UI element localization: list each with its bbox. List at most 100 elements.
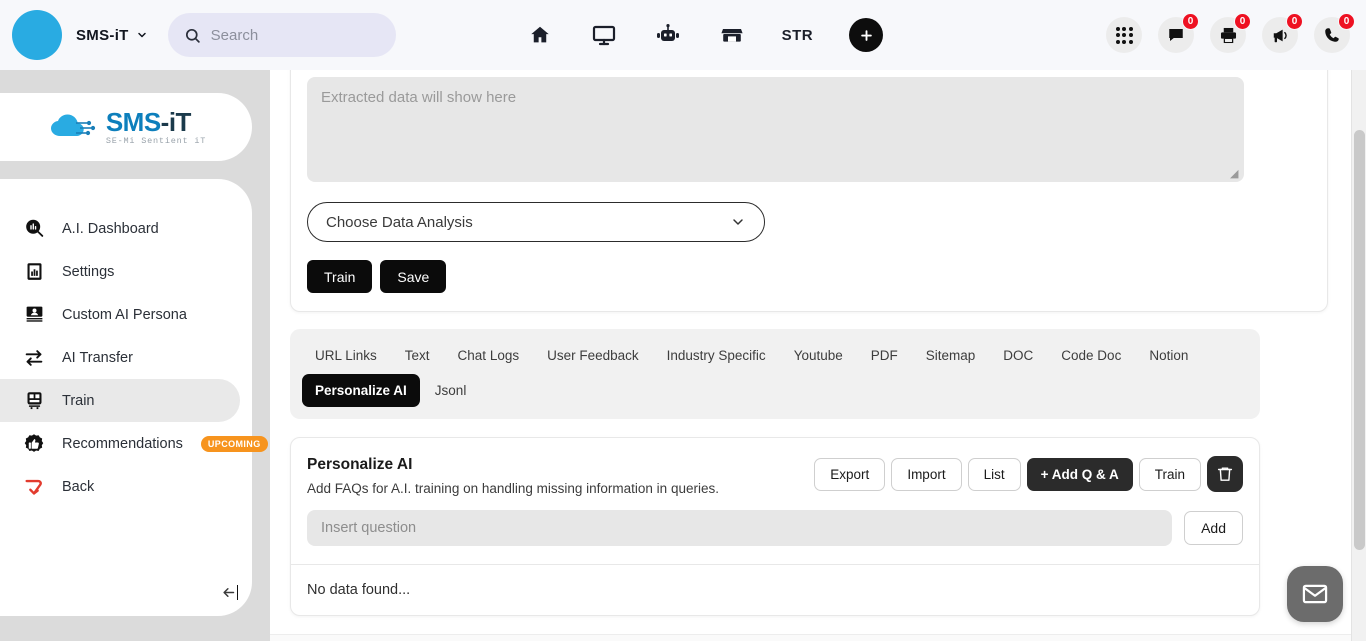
collapse-left-icon[interactable] [221,585,238,600]
tab-industry-specific[interactable]: Industry Specific [654,339,779,372]
sidebar-item-label: Recommendations [62,435,183,452]
panel-train-button[interactable]: Train [1138,457,1201,491]
thumbs-up-icon [22,432,46,456]
add-question-button[interactable]: Add [1184,511,1243,545]
return-arrow-icon [22,475,46,499]
data-analysis-select[interactable]: Choose Data Analysis [307,202,765,242]
brand-avatar[interactable] [12,10,62,60]
megaphone-icon[interactable]: 0 [1262,13,1303,53]
main-content: Extracted data will show here ◢ Choose D… [270,70,1348,641]
sidebar-item-back[interactable]: Back [0,465,252,508]
delete-all-button[interactable] [1207,456,1243,492]
support-chat-fab[interactable] [1287,566,1343,622]
phone-icon[interactable]: 0 [1314,13,1355,53]
training-source-tabs: URL Links Text Chat Logs User Feedback I… [290,329,1260,419]
status-badge: UPCOMING [200,435,268,452]
horizontal-scrollbar[interactable] [270,634,1351,641]
chat-bubble-icon[interactable]: 0 [1158,13,1199,53]
question-input[interactable] [307,510,1173,546]
sidebar-item-ai-transfer[interactable]: AI Transfer [0,336,252,379]
resize-grip-icon[interactable]: ◢ [1230,169,1240,180]
export-button[interactable]: Export [814,457,886,491]
tab-pdf[interactable]: PDF [858,339,911,372]
megaphone-badge: 0 [1286,13,1303,30]
data-analysis-select-value: Choose Data Analysis [326,213,473,231]
search-input[interactable]: Search [167,13,396,57]
train-icon [22,389,46,413]
collapse-caret-bar [236,585,238,600]
mail-envelope-icon [1302,584,1328,604]
sidebar-logo-panel: SMS-iT SE-Mi Sentient iT [0,93,252,161]
id-card-icon [22,303,46,327]
top-navigation-bar: SMS-iT Search STR 0 0 0 0 [0,0,1366,70]
train-save-button-row: Train Save [307,260,1311,293]
panel-subtitle: Add FAQs for A.I. training on handling m… [307,481,719,496]
search-icon [185,28,200,43]
sidebar-item-ai-dashboard[interactable]: A.I. Dashboard [0,207,252,250]
printer-badge: 0 [1234,13,1251,30]
sidebar-item-label: Train [62,392,95,409]
extraction-card: Extracted data will show here ◢ Choose D… [290,70,1328,312]
chevron-down-icon [733,219,743,225]
tab-code-doc[interactable]: Code Doc [1048,339,1134,372]
sidebar-item-label: AI Transfer [62,349,133,366]
add-qa-button[interactable]: + Add Q & A [1026,457,1133,491]
tab-youtube[interactable]: Youtube [781,339,856,372]
str-nav-label[interactable]: STR [782,27,814,44]
import-button[interactable]: Import [891,457,962,491]
top-nav-actions: 0 0 0 0 [1106,13,1355,53]
extracted-data-placeholder: Extracted data will show here [321,89,517,106]
sidebar-item-settings[interactable]: Settings [0,250,252,293]
personalize-ai-panel: Personalize AI Add FAQs for A.I. trainin… [290,437,1260,616]
logo-dash-text: -iT [160,106,192,137]
phone-badge: 0 [1338,13,1355,30]
chevron-down-icon[interactable] [136,29,148,41]
store-icon[interactable] [718,21,746,49]
tab-sitemap[interactable]: Sitemap [913,339,989,372]
train-button[interactable]: Train [307,260,373,293]
home-icon[interactable] [526,21,554,49]
robot-icon[interactable] [654,21,682,49]
vertical-scrollbar[interactable] [1351,70,1366,641]
logo-main-text: SMS [105,106,161,137]
trash-icon [1217,467,1233,481]
tab-doc[interactable]: DOC [990,339,1046,372]
tab-chat-logs[interactable]: Chat Logs [445,339,533,372]
sms-it-cloud-logo-icon [50,114,95,136]
tab-personalize-ai[interactable]: Personalize AI [302,374,420,407]
page-title: Personalize AI [307,456,413,473]
tab-user-feedback[interactable]: User Feedback [534,339,652,372]
sidebar-item-label: Back [62,478,95,495]
brand-name[interactable]: SMS-iT [76,27,129,44]
add-plus-button[interactable] [849,18,884,52]
sidebar: SMS-iT SE-Mi Sentient iT A.I. Dashboard … [0,70,270,641]
tab-url-links[interactable]: URL Links [302,339,390,372]
transfer-arrows-icon [22,346,46,370]
scrollbar-thumb[interactable] [1354,130,1365,550]
monitor-icon[interactable] [590,21,618,49]
printer-icon[interactable]: 0 [1210,13,1251,53]
empty-state-message: No data found... [307,582,411,598]
search-placeholder: Search [210,26,259,44]
sidebar-item-recommendations[interactable]: Recommendations UPCOMING [0,422,268,465]
chat-badge: 0 [1182,13,1199,30]
sidebar-nav-panel: A.I. Dashboard Settings Custom AI Person… [0,179,268,616]
sidebar-item-label: Custom AI Persona [62,306,187,323]
personalize-ai-header: Personalize AI Add FAQs for A.I. trainin… [291,438,1259,510]
tab-text[interactable]: Text [392,339,443,372]
tab-jsonl[interactable]: Jsonl [422,374,480,407]
sidebar-item-train[interactable]: Train [0,379,240,422]
sidebar-item-label: Settings [62,263,115,280]
list-button[interactable]: List [967,457,1021,491]
top-nav-icon-group: STR [526,18,884,52]
save-button[interactable]: Save [380,260,447,293]
sidebar-item-custom-ai-persona[interactable]: Custom AI Persona [0,293,252,336]
question-entry-row: Add [291,510,1259,564]
tab-notion[interactable]: Notion [1136,339,1201,372]
sidebar-item-label: A.I. Dashboard [62,220,159,237]
logo-subtitle: SE-Mi Sentient iT [105,135,207,146]
apps-grid-icon[interactable] [1106,17,1142,53]
report-chart-icon [22,260,46,284]
plus-icon [860,29,872,41]
extracted-data-textarea[interactable]: Extracted data will show here ◢ [307,77,1244,182]
